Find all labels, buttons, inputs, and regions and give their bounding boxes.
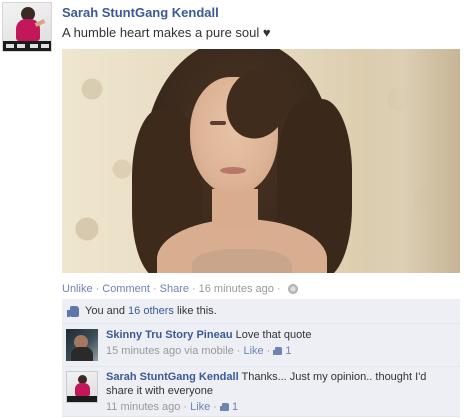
separator: · <box>191 283 196 295</box>
like-thumb-icon <box>273 346 283 356</box>
comment-avatar[interactable] <box>66 371 98 403</box>
comment-time[interactable]: 11 minutes ago <box>106 400 180 414</box>
separator: · <box>266 345 271 357</box>
post-timestamp[interactable]: 16 minutes ago <box>199 283 274 295</box>
post-photo[interactable] <box>62 49 460 273</box>
like-thumb-icon <box>67 305 80 318</box>
comment-item: Sarah StuntGang Kendall Thanks... Just m… <box>62 367 460 417</box>
comment-item: Skinny Tru Story Pineau Love that quote … <box>62 325 460 367</box>
comment-avatar[interactable] <box>66 329 98 361</box>
likes-text: You and 16 others like this. <box>85 305 217 317</box>
photo-neck <box>212 189 258 229</box>
comment-like-link[interactable]: Like <box>243 344 263 358</box>
globe-icon[interactable] <box>287 284 298 294</box>
avatar-strip <box>3 41 51 51</box>
separator: · <box>213 401 217 413</box>
unlike-link[interactable]: Unlike <box>62 283 93 295</box>
comment-text: Love that quote <box>232 329 312 341</box>
likes-you-and: You and <box>85 305 129 317</box>
comment-time[interactable]: 15 minutes ago via mobile <box>106 344 234 358</box>
separator: · <box>276 283 281 295</box>
photo-eye-left <box>210 121 226 125</box>
likes-summary: You and 16 others like this. <box>62 299 460 324</box>
separator: · <box>183 401 188 413</box>
separator: · <box>236 345 241 357</box>
separator: · <box>95 283 100 295</box>
separator: · <box>152 283 157 295</box>
post-action-row: Unlike · Comment · Share · 16 minutes ag… <box>62 283 298 295</box>
likes-suffix: like this. <box>173 305 217 317</box>
comment-like-count[interactable]: 1 <box>232 400 238 414</box>
share-link[interactable]: Share <box>160 283 189 295</box>
photo-wallpaper-right <box>365 49 460 273</box>
comment-link[interactable]: Comment <box>102 283 150 295</box>
comment-meta: 11 minutes ago · Like · 1 <box>106 400 454 414</box>
photo-lips <box>220 167 246 174</box>
comment-author[interactable]: Sarah StuntGang Kendall <box>106 371 239 383</box>
post-author-avatar[interactable] <box>2 2 52 52</box>
comment-body: Sarah StuntGang Kendall Thanks... Just m… <box>106 370 454 414</box>
comment-author[interactable]: Skinny Tru Story Pineau <box>106 329 233 341</box>
comment-like-count[interactable]: 1 <box>285 344 291 358</box>
feedback-box: You and 16 others like this. Skinny Tru … <box>62 299 460 417</box>
post-author-name[interactable]: Sarah StuntGang Kendall <box>62 5 219 20</box>
comment-body: Skinny Tru Story Pineau Love that quote … <box>106 328 454 358</box>
comment-meta: 15 minutes ago via mobile · Like · 1 <box>106 344 454 358</box>
photo-top <box>192 249 292 273</box>
like-thumb-icon <box>219 402 230 412</box>
post-status-text: A humble heart makes a pure soul ♥ <box>62 25 271 40</box>
likes-others-link[interactable]: 16 others <box>128 305 174 317</box>
comment-like-link[interactable]: Like <box>190 400 210 414</box>
